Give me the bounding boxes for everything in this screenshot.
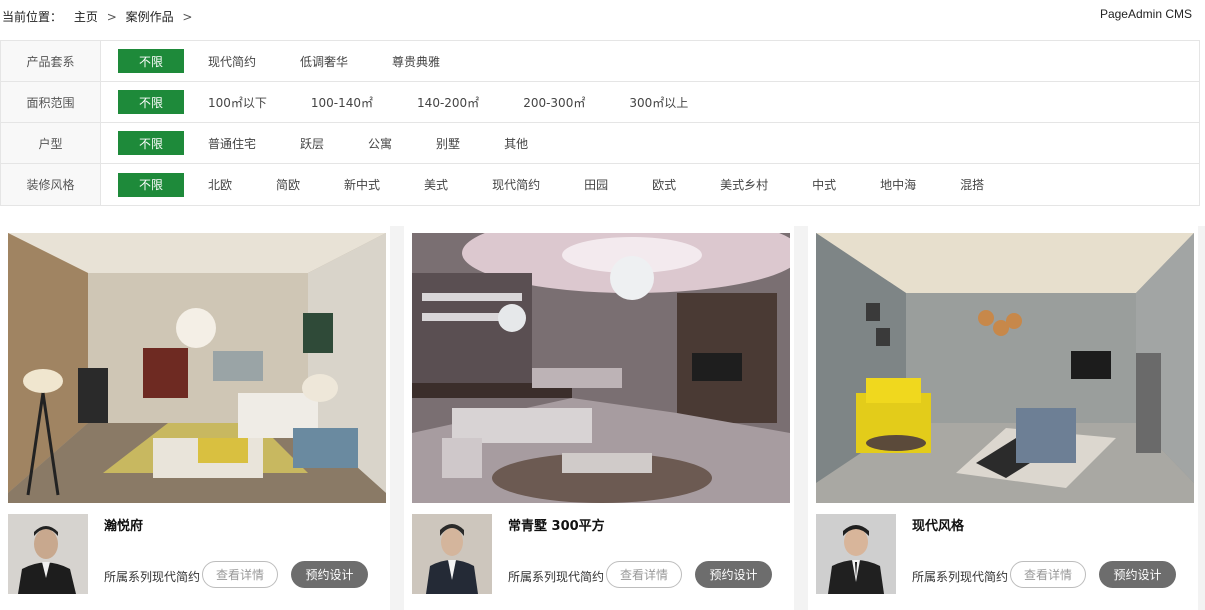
book-design-button[interactable]: 预约设计 <box>291 561 368 588</box>
filter-option[interactable]: 低调奢华 <box>300 53 348 70</box>
view-details-button[interactable]: 查看详情 <box>202 561 278 588</box>
breadcrumb-home-link[interactable]: 主页 <box>74 10 98 24</box>
case-list: 瀚悦府 所属系列现代简约 查看详情 预约设计 常青墅 300平方 所属系列现代简… <box>0 226 1205 610</box>
case-title[interactable]: 常青墅 300平方 <box>508 515 605 534</box>
living-room-image <box>8 233 386 503</box>
filter-row-house-type: 户型 不限 普通住宅 跃层 公寓 别墅 其他 <box>1 123 1199 164</box>
breadcrumb: 当前位置： 主页 > 案例作品 > <box>2 8 197 25</box>
filter-option[interactable]: 混搭 <box>960 176 984 193</box>
filter-option[interactable]: 简欧 <box>276 176 300 193</box>
case-series: 所属系列现代简约 <box>508 570 605 584</box>
filter-option[interactable]: 美式乡村 <box>720 176 768 193</box>
breadcrumb-cases-link[interactable]: 案例作品 <box>126 10 174 24</box>
filter-option[interactable]: 140-200㎡ <box>417 94 479 111</box>
filter-all-button[interactable]: 不限 <box>118 131 184 155</box>
filter-label: 装修风格 <box>1 164 101 205</box>
filter-option[interactable]: 现代简约 <box>208 53 256 70</box>
view-details-button[interactable]: 查看详情 <box>1010 561 1086 588</box>
filter-option[interactable]: 100-140㎡ <box>311 94 373 111</box>
case-series: 所属系列现代简约 <box>912 570 1009 584</box>
filter-option[interactable]: 欧式 <box>652 176 676 193</box>
filter-option[interactable]: 新中式 <box>344 176 380 193</box>
filter-label: 户型 <box>1 123 101 163</box>
top-bar: 当前位置： 主页 > 案例作品 > PageAdmin CMS <box>0 0 1205 32</box>
filter-option[interactable]: 田园 <box>584 176 608 193</box>
living-room-image <box>816 233 1194 503</box>
filter-all-button[interactable]: 不限 <box>118 90 184 114</box>
case-title[interactable]: 现代风格 <box>912 515 964 534</box>
filter-row-product-series: 产品套系 不限 现代简约 低调奢华 尊贵典雅 <box>1 41 1199 82</box>
case-photo[interactable] <box>8 233 386 503</box>
case-photo[interactable] <box>412 233 790 503</box>
breadcrumb-separator: > <box>106 10 117 24</box>
filter-option[interactable]: 美式 <box>424 176 448 193</box>
case-series: 所属系列现代简约 <box>104 570 201 584</box>
filter-option[interactable]: 现代简约 <box>492 176 540 193</box>
breadcrumb-separator: > <box>182 10 193 24</box>
filter-option[interactable]: 中式 <box>812 176 836 193</box>
brand-label: PageAdmin CMS <box>1099 7 1192 21</box>
filter-row-area: 面积范围 不限 100㎡以下 100-140㎡ 140-200㎡ 200-300… <box>1 82 1199 123</box>
person-icon <box>8 514 88 594</box>
filter-option[interactable]: 跃层 <box>300 135 324 152</box>
filter-options: 不限 100㎡以下 100-140㎡ 140-200㎡ 200-300㎡ 300… <box>118 82 732 122</box>
case-photo[interactable] <box>816 233 1194 503</box>
filter-option[interactable]: 100㎡以下 <box>208 94 267 111</box>
filter-options: 不限 普通住宅 跃层 公寓 别墅 其他 <box>118 123 572 163</box>
designer-avatar[interactable] <box>412 514 492 594</box>
filter-options: 不限 北欧 简欧 新中式 美式 现代简约 田园 欧式 美式乡村 中式 地中海 混… <box>118 164 984 205</box>
person-icon <box>816 514 896 594</box>
person-icon <box>412 514 492 594</box>
book-design-button[interactable]: 预约设计 <box>1099 561 1176 588</box>
filter-option[interactable]: 其他 <box>504 135 528 152</box>
breadcrumb-prefix: 当前位置： <box>2 10 63 24</box>
filter-label: 面积范围 <box>1 82 101 122</box>
filter-option[interactable]: 300㎡以上 <box>629 94 688 111</box>
filter-option[interactable]: 200-300㎡ <box>523 94 585 111</box>
filter-label: 产品套系 <box>1 41 101 81</box>
case-card: 现代风格 所属系列现代简约 查看详情 预约设计 <box>808 226 1198 610</box>
case-card: 常青墅 300平方 所属系列现代简约 查看详情 预约设计 <box>404 226 794 610</box>
filter-option[interactable]: 普通住宅 <box>208 135 256 152</box>
filter-row-style: 装修风格 不限 北欧 简欧 新中式 美式 现代简约 田园 欧式 美式乡村 中式 … <box>1 164 1199 205</box>
view-details-button[interactable]: 查看详情 <box>606 561 682 588</box>
filter-option[interactable]: 别墅 <box>436 135 460 152</box>
book-design-button[interactable]: 预约设计 <box>695 561 772 588</box>
filter-option[interactable]: 公寓 <box>368 135 392 152</box>
filter-panel: 产品套系 不限 现代简约 低调奢华 尊贵典雅 面积范围 不限 100㎡以下 10… <box>0 40 1200 206</box>
filter-options: 不限 现代简约 低调奢华 尊贵典雅 <box>118 41 484 81</box>
filter-all-button[interactable]: 不限 <box>118 49 184 73</box>
case-card: 瀚悦府 所属系列现代简约 查看详情 预约设计 <box>0 226 390 610</box>
case-title[interactable]: 瀚悦府 <box>104 515 143 534</box>
living-room-image <box>412 233 790 503</box>
filter-all-button[interactable]: 不限 <box>118 172 184 197</box>
designer-avatar[interactable] <box>816 514 896 594</box>
filter-option[interactable]: 尊贵典雅 <box>392 53 440 70</box>
designer-avatar[interactable] <box>8 514 88 594</box>
filter-option[interactable]: 北欧 <box>208 176 232 193</box>
filter-option[interactable]: 地中海 <box>880 176 916 193</box>
